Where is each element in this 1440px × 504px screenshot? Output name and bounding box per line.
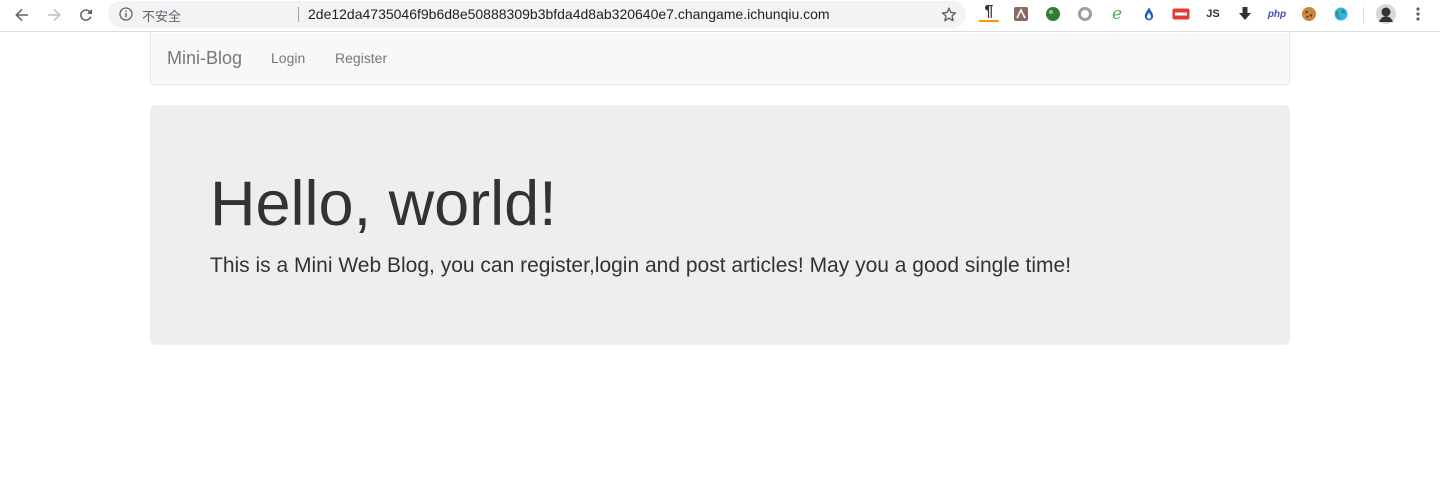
nav-register-link[interactable]: Register: [335, 50, 387, 66]
nav-login-link[interactable]: Login: [271, 50, 305, 66]
back-arrow-icon[interactable]: [10, 4, 34, 26]
reload-icon[interactable]: [74, 4, 98, 26]
paragraph-extension-icon[interactable]: ¶: [979, 3, 999, 22]
jumbotron-text: This is a Mini Web Blog, you can registe…: [210, 254, 1072, 277]
download-arrow-extension-icon[interactable]: [1235, 4, 1255, 24]
js-extension-icon[interactable]: JS: [1203, 4, 1223, 24]
php-extension-icon[interactable]: php: [1267, 4, 1287, 24]
jumbotron: Hello, world! This is a Mini Web Blog, y…: [150, 105, 1290, 345]
profile-avatar[interactable]: [1375, 3, 1397, 25]
bookmark-star-icon[interactable]: [940, 6, 958, 24]
info-icon[interactable]: [119, 7, 133, 21]
browser-toolbar: 不安全 2de12da4735046f9b6d8e50888309b3bfda4…: [0, 0, 1440, 32]
address-bar[interactable]: 不安全 2de12da4735046f9b6d8e50888309b3bfda4…: [108, 1, 966, 28]
forward-arrow-icon[interactable]: [42, 4, 66, 26]
green-orb-extension-icon[interactable]: [1043, 4, 1063, 24]
ring-extension-icon[interactable]: [1075, 4, 1095, 24]
omnibox-separator: [298, 7, 299, 22]
chrome-menu-icon[interactable]: [1408, 4, 1428, 24]
cookie-extension-icon[interactable]: [1299, 4, 1319, 24]
toolbar-divider: [1363, 7, 1364, 23]
security-label[interactable]: 不安全: [142, 6, 181, 25]
jumbotron-title: Hello, world!: [210, 169, 557, 239]
e-extension-icon[interactable]: e: [1107, 4, 1127, 24]
url-text[interactable]: 2de12da4735046f9b6d8e50888309b3bfda4d8ab…: [308, 6, 830, 22]
pdf-extension-icon[interactable]: [1011, 4, 1031, 24]
brand-link[interactable]: Mini-Blog: [167, 48, 242, 69]
drop-extension-icon[interactable]: [1139, 4, 1159, 24]
site-navbar: Mini-Blog Login Register: [150, 33, 1290, 85]
badge-extension-icon[interactable]: [1171, 4, 1191, 24]
globe-extension-icon[interactable]: [1331, 4, 1351, 24]
